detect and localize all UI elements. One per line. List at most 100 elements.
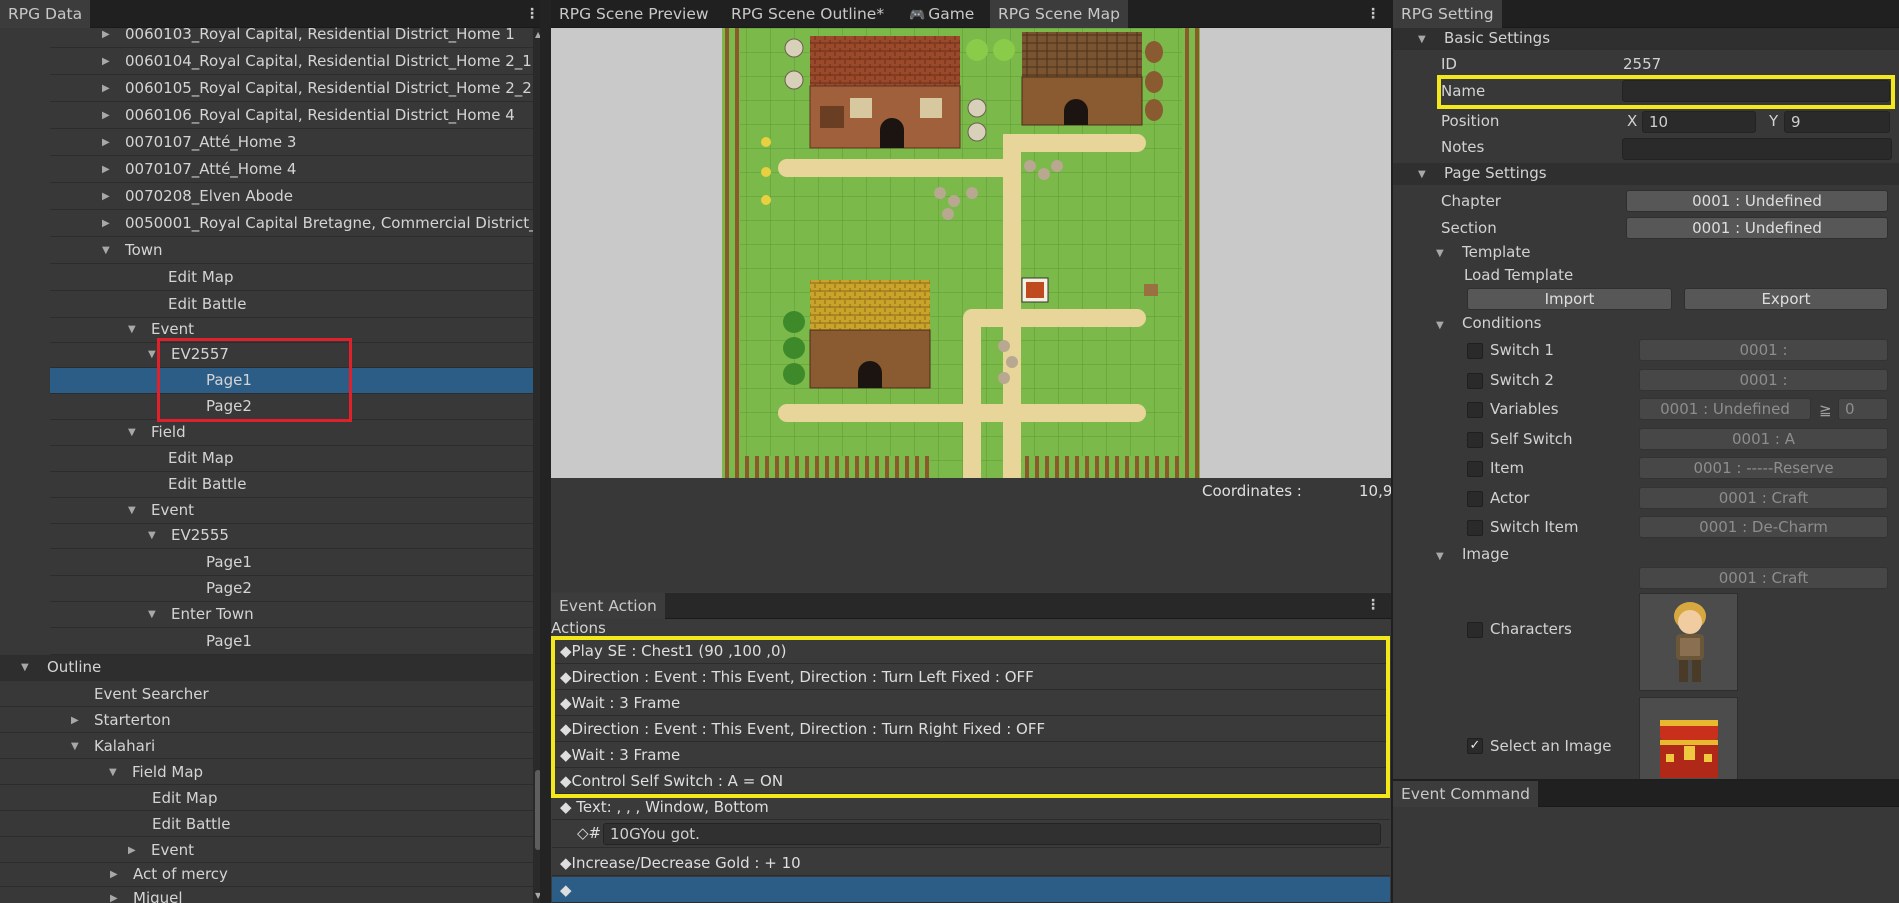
condition-checkbox[interactable]: [1467, 461, 1483, 477]
tree-item[interactable]: Page1: [50, 629, 533, 655]
characters-checkbox[interactable]: [1467, 622, 1483, 638]
condition-checkbox[interactable]: [1467, 520, 1483, 536]
tree-item[interactable]: Page1: [50, 550, 533, 576]
x-field[interactable]: 10: [1642, 111, 1756, 133]
chevron-right-icon[interactable]: ▶: [102, 56, 110, 67]
tree-item[interactable]: ▼ EV2555: [50, 523, 533, 549]
chevron-down-icon[interactable]: ▼: [1418, 34, 1426, 45]
tree-item[interactable]: ▶ 0070107_Atté_Home 3: [50, 130, 533, 156]
tree-item[interactable]: ▶ 0060105_Royal Capital, Residential Dist…: [50, 76, 533, 102]
chevron-down-icon[interactable]: ▼: [1436, 551, 1444, 562]
outline-item[interactable]: ▶ Miguel: [0, 886, 533, 903]
tab-rpg-scene-outline[interactable]: RPG Scene Outline*: [723, 0, 892, 28]
image-select[interactable]: 0001 : Craft: [1639, 567, 1888, 589]
variables-number-field[interactable]: 0: [1838, 398, 1888, 420]
tree-item[interactable]: ▶ 0060103_Royal Capital, Residential Dist…: [50, 22, 533, 48]
event-action-row-selected[interactable]: ◆: [552, 877, 1390, 903]
chevron-right-icon[interactable]: ▶: [128, 845, 136, 856]
outline-item[interactable]: ▶ Event: [0, 838, 533, 863]
outline-item[interactable]: Event Searcher: [0, 682, 533, 707]
chevron-down-icon[interactable]: ▼: [1418, 169, 1426, 180]
kebab-menu-icon[interactable]: ⋮: [1366, 596, 1380, 614]
chevron-down-icon[interactable]: ▼: [128, 427, 136, 438]
chevron-right-icon[interactable]: ▶: [102, 110, 110, 121]
outline-item[interactable]: ▶ Starterton: [0, 708, 533, 733]
chevron-down-icon[interactable]: ▼: [128, 505, 136, 516]
condition-checkbox[interactable]: [1467, 402, 1483, 418]
chevron-down-icon[interactable]: ▼: [102, 245, 110, 256]
chevron-down-icon[interactable]: ▼: [109, 767, 117, 778]
chevron-right-icon[interactable]: ▶: [102, 218, 110, 229]
tree-item[interactable]: ▼ Field: [50, 420, 533, 446]
chevron-down-icon[interactable]: ▼: [148, 349, 156, 360]
condition-select[interactable]: 0001 : Undefined: [1639, 398, 1811, 420]
tree-item[interactable]: ▶ 0050001_Royal Capital Bretagne, Commerc…: [50, 211, 533, 237]
outline-item[interactable]: Edit Battle: [0, 812, 533, 837]
select-image-checkbox[interactable]: ✓: [1467, 738, 1483, 754]
tree-item[interactable]: Edit Battle: [50, 472, 533, 498]
chevron-down-icon[interactable]: ▼: [128, 324, 136, 335]
section-select[interactable]: 0001 : Undefined: [1626, 217, 1888, 239]
tab-rpg-scene-map[interactable]: RPG Scene Map: [990, 0, 1128, 28]
condition-checkbox[interactable]: [1467, 343, 1483, 359]
outline-item[interactable]: ▼ Field Map: [0, 760, 533, 785]
chevron-down-icon[interactable]: ▼: [148, 609, 156, 620]
event-text-sub-row[interactable]: ◇# 10GYou got.: [552, 820, 1390, 848]
tree-item[interactable]: ▶ 0060106_Royal Capital, Residential Dist…: [50, 103, 533, 129]
condition-select[interactable]: 0001 : -----Reserve: [1639, 457, 1888, 479]
tree-item[interactable]: ▼ Event: [50, 498, 533, 524]
chevron-down-icon[interactable]: ▼: [148, 530, 156, 541]
export-button[interactable]: Export: [1684, 288, 1888, 310]
chevron-down-icon[interactable]: ▼: [1436, 248, 1444, 259]
tree-item[interactable]: Page2: [50, 576, 533, 602]
chevron-right-icon[interactable]: ▶: [102, 137, 110, 148]
tab-game[interactable]: 🎮 Game: [901, 0, 982, 28]
chevron-right-icon[interactable]: ▶: [102, 191, 110, 202]
condition-checkbox[interactable]: [1467, 373, 1483, 389]
map-canvas[interactable]: [722, 28, 1200, 478]
tree-item[interactable]: ▶ 0060104_Royal Capital, Residential Dist…: [50, 49, 533, 75]
event-action-row[interactable]: ◆Increase/Decrease Gold : + 10: [552, 850, 1390, 876]
chevron-down-icon[interactable]: ▼: [1436, 320, 1444, 331]
chevron-right-icon[interactable]: ▶: [102, 164, 110, 175]
tab-event-command[interactable]: Event Command: [1393, 781, 1538, 807]
tree-item[interactable]: Edit Map: [50, 265, 533, 291]
condition-checkbox[interactable]: [1467, 491, 1483, 507]
condition-select[interactable]: 0001 : De-Charm: [1639, 516, 1888, 538]
condition-checkbox[interactable]: [1467, 432, 1483, 448]
chevron-right-icon[interactable]: ▶: [102, 29, 110, 40]
notes-field[interactable]: [1622, 138, 1892, 160]
chevron-right-icon[interactable]: ▶: [110, 869, 118, 880]
tree-item[interactable]: ▼ Town: [50, 238, 533, 264]
kebab-menu-icon[interactable]: ⋮: [525, 5, 539, 23]
tree-item[interactable]: Edit Map: [50, 446, 533, 472]
chevron-right-icon[interactable]: ▶: [71, 715, 79, 726]
tree-item[interactable]: ▶ 0070208_Elven Abode: [50, 184, 533, 210]
tree-item[interactable]: Edit Battle: [50, 292, 533, 318]
condition-select[interactable]: 0001 :: [1639, 339, 1888, 361]
image-preview[interactable]: [1639, 697, 1738, 780]
condition-select[interactable]: 0001 : A: [1639, 428, 1888, 450]
tab-rpg-scene-preview[interactable]: RPG Scene Preview: [551, 0, 717, 28]
tree-item[interactable]: ▶ 0070107_Atté_Home 4: [50, 157, 533, 183]
splitter-left[interactable]: [540, 0, 551, 903]
chevron-right-icon[interactable]: ▶: [102, 83, 110, 94]
outline-item[interactable]: ▶ Act of mercy: [0, 862, 533, 887]
character-preview[interactable]: [1639, 593, 1738, 691]
text-sub-field[interactable]: 10GYou got.: [603, 823, 1381, 845]
import-button[interactable]: Import: [1467, 288, 1672, 310]
outline-header[interactable]: ▼ Outline: [0, 655, 533, 681]
tab-event-action[interactable]: Event Action: [551, 593, 665, 619]
chevron-down-icon[interactable]: ▼: [71, 741, 79, 752]
kebab-menu-icon[interactable]: ⋮: [1366, 5, 1380, 23]
y-field[interactable]: 9: [1784, 111, 1890, 133]
chapter-select[interactable]: 0001 : Undefined: [1626, 190, 1888, 212]
outline-item[interactable]: Edit Map: [0, 786, 533, 811]
chevron-right-icon[interactable]: ▶: [110, 893, 118, 903]
condition-select[interactable]: 0001 :: [1639, 369, 1888, 391]
tab-rpg-setting[interactable]: RPG Setting: [1393, 0, 1502, 28]
condition-select[interactable]: 0001 : Craft: [1639, 487, 1888, 509]
chevron-down-icon[interactable]: ▼: [21, 662, 29, 673]
tree-item[interactable]: ▼ Enter Town: [50, 602, 533, 628]
outline-item[interactable]: ▼ Kalahari: [0, 734, 533, 759]
